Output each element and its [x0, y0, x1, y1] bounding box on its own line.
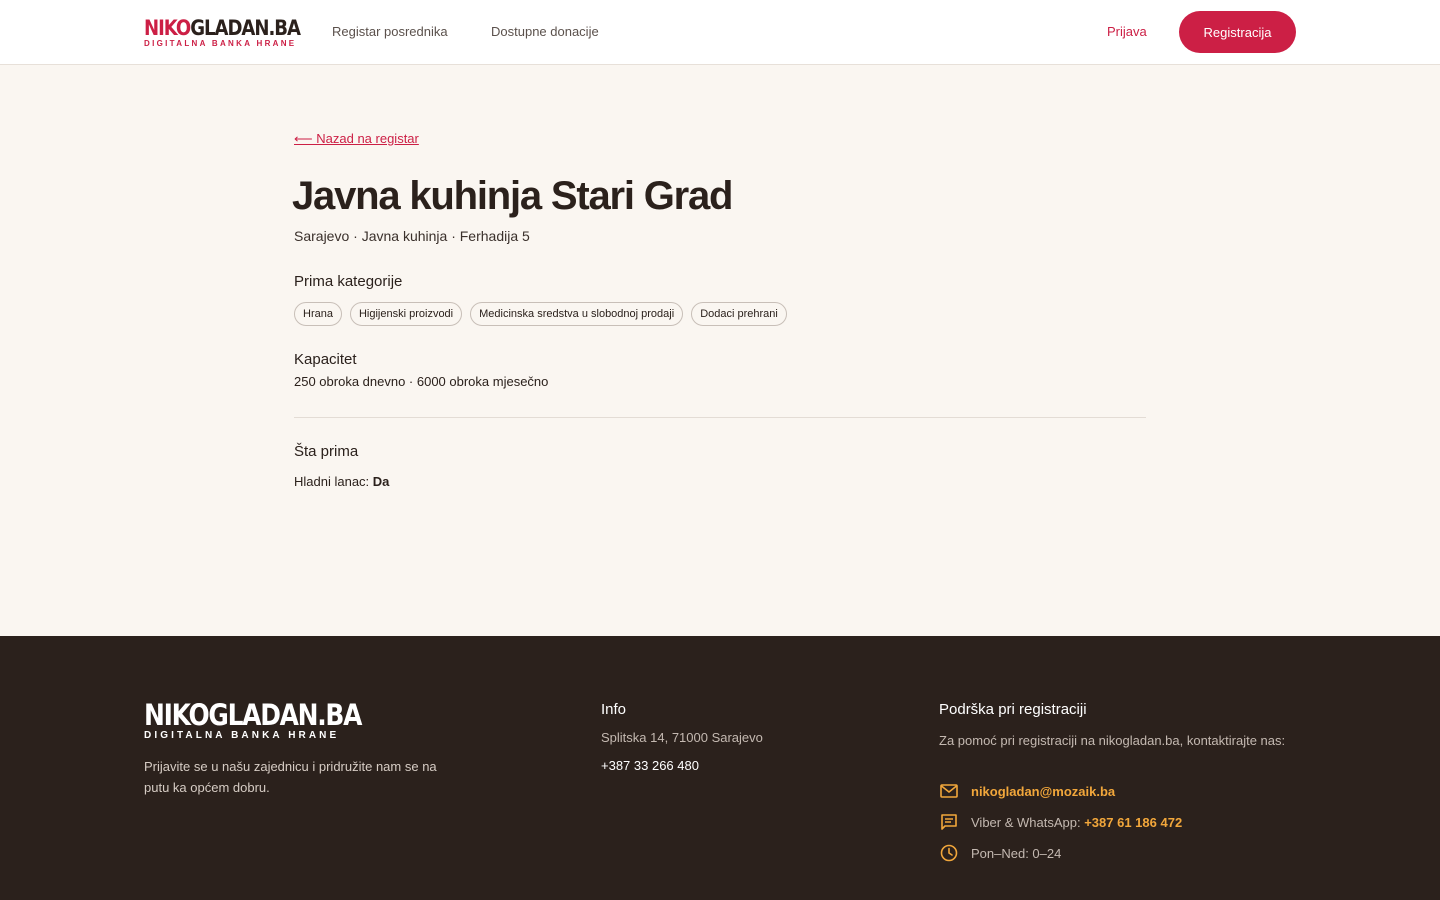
- mail-icon: [939, 781, 959, 801]
- cold-chain-value: Da: [372, 474, 390, 489]
- footer-info-heading: Info: [601, 701, 627, 718]
- footer-messaging-row: Viber & WhatsApp: +387 61 186 472: [939, 812, 1182, 832]
- categories-label: Prima kategorije: [294, 273, 403, 290]
- back-to-registry-link[interactable]: ⟵ Nazad na registar: [294, 131, 419, 147]
- category-chips: Hrana Higijenski proizvodi Medicinska sr…: [294, 302, 787, 326]
- footer-tagline: Prijavite se u našu zajednicu i pridruži…: [144, 759, 437, 795]
- footer-logo[interactable]: NIKOGLADAN.BA DIGITALNA BANKA HRANE: [144, 700, 396, 741]
- receives-label: Šta prima: [294, 443, 359, 460]
- category-chip: Higijenski proizvodi: [349, 302, 463, 326]
- footer-messaging-phone-link[interactable]: +387 61 186 472: [1084, 815, 1182, 830]
- cold-chain-info: Hladni lanac: Da: [294, 474, 389, 489]
- footer-support-heading: Podrška pri registraciji: [939, 701, 1087, 718]
- footer-hours-row: Pon–Ned: 0–24: [939, 843, 1061, 863]
- category-chip: Medicinska sredstva u slobodnoj prodaji: [470, 302, 684, 326]
- cold-chain-label: Hladni lanac:: [294, 474, 370, 489]
- capacity-label: Kapacitet: [294, 351, 357, 368]
- category-chip: Dodaci prehrani: [691, 302, 787, 326]
- login-link[interactable]: Prijava: [1107, 24, 1147, 39]
- footer-email-link[interactable]: nikogladan@mozaik.ba: [971, 784, 1115, 799]
- footer-address: Splitska 14, 71000 Sarajevo: [601, 730, 763, 745]
- register-button[interactable]: Registracija: [1179, 11, 1296, 53]
- chat-icon: [939, 812, 959, 832]
- site-logo[interactable]: NIKOGLADAN.BA DIGITALNA BANKA HRANE: [144, 16, 301, 49]
- footer-email-row: nikogladan@mozaik.ba: [939, 781, 1115, 801]
- footer-support-text: Za pomoć pri registraciji na nikogladan.…: [939, 733, 1286, 748]
- logo-tagline: DIGITALNA BANKA HRANE: [144, 39, 297, 48]
- capacity-value: 250 obroka dnevno · 6000 obroka mjesečno: [294, 374, 549, 389]
- page-title: Javna kuhinja Stari Grad: [292, 174, 733, 218]
- section-divider: [294, 417, 1146, 418]
- nav-link-registar-posrednika[interactable]: Registar posrednika: [332, 24, 448, 39]
- site-footer: NIKOGLADAN.BA DIGITALNA BANKA HRANE Prij…: [0, 636, 1440, 900]
- footer-messaging-label: Viber & WhatsApp:: [971, 814, 1081, 830]
- page-subtitle: Sarajevo · Javna kuhinja · Ferhadija 5: [294, 228, 530, 244]
- clock-icon: [939, 843, 959, 863]
- footer-logo-wordmark: NIKOGLADAN.BA: [144, 698, 362, 732]
- site-header: NIKOGLADAN.BA DIGITALNA BANKA HRANE Regi…: [0, 0, 1440, 65]
- footer-hours: Pon–Ned: 0–24: [971, 845, 1062, 861]
- nav-link-dostupne-donacije[interactable]: Dostupne donacije: [491, 24, 599, 39]
- category-chip: Hrana: [294, 302, 342, 326]
- footer-phone-link[interactable]: +387 33 266 480: [601, 758, 699, 773]
- logo-wordmark: NIKOGLADAN.BA: [144, 16, 301, 40]
